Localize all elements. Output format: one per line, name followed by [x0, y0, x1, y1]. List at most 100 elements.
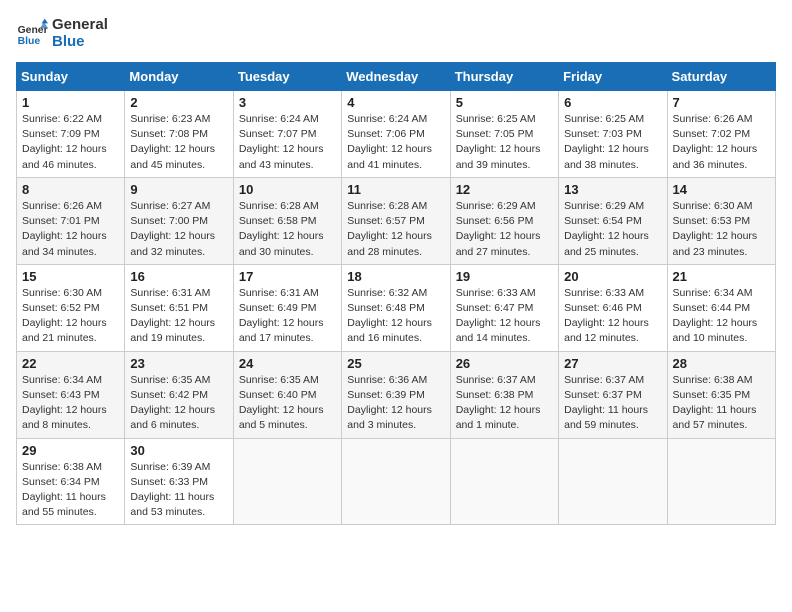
day-detail: Sunrise: 6:28 AMSunset: 6:58 PMDaylight:…	[239, 199, 336, 260]
calendar-day-cell: 24 Sunrise: 6:35 AMSunset: 6:40 PMDayligh…	[233, 351, 341, 438]
day-detail: Sunrise: 6:29 AMSunset: 6:54 PMDaylight:…	[564, 199, 661, 260]
day-number: 18	[347, 269, 444, 284]
calendar-day-cell: 28Sunrise: 6:38 AMSunset: 6:35 PMDayligh…	[667, 351, 775, 438]
day-number: 10	[239, 182, 336, 197]
calendar-day-cell: 22Sunrise: 6:34 AMSunset: 6:43 PMDayligh…	[17, 351, 125, 438]
day-number: 14	[673, 182, 770, 197]
day-detail: Sunrise: 6:24 AMSunset: 7:06 PMDaylight:…	[347, 112, 444, 173]
day-number: 30	[130, 443, 227, 458]
day-number: 29	[22, 443, 119, 458]
day-detail: Sunrise: 6:26 AMSunset: 7:02 PMDaylight:…	[673, 112, 770, 173]
day-number: 19	[456, 269, 553, 284]
day-number: 5	[456, 95, 553, 110]
calendar-day-cell	[233, 438, 341, 525]
day-number: 8	[22, 182, 119, 197]
day-detail: Sunrise: 6:26 AMSunset: 7:01 PMDaylight:…	[22, 199, 119, 260]
calendar-day-cell	[342, 438, 450, 525]
day-number: 3	[239, 95, 336, 110]
day-detail: Sunrise: 6:37 AMSunset: 6:38 PMDaylight:…	[456, 373, 553, 434]
calendar-day-cell: 16 Sunrise: 6:31 AMSunset: 6:51 PMDayligh…	[125, 264, 233, 351]
weekday-header-sunday: Sunday	[17, 63, 125, 91]
calendar-day-cell: 3Sunrise: 6:24 AMSunset: 7:07 PMDaylight…	[233, 91, 341, 178]
calendar-day-cell: 13Sunrise: 6:29 AMSunset: 6:54 PMDayligh…	[559, 177, 667, 264]
day-detail: Sunrise: 6:31 AMSunset: 6:51 PMDaylight:…	[130, 286, 227, 347]
weekday-header-monday: Monday	[125, 63, 233, 91]
calendar-table: SundayMondayTuesdayWednesdayThursdayFrid…	[16, 62, 776, 525]
day-detail: Sunrise: 6:34 AMSunset: 6:43 PMDaylight:…	[22, 373, 119, 434]
calendar-day-cell	[667, 438, 775, 525]
calendar-day-cell	[559, 438, 667, 525]
calendar-day-cell: 5 Sunrise: 6:25 AMSunset: 7:05 PMDaylight…	[450, 91, 558, 178]
calendar-day-cell: 26 Sunrise: 6:37 AMSunset: 6:38 PMDayligh…	[450, 351, 558, 438]
calendar-day-cell: 12Sunrise: 6:29 AMSunset: 6:56 PMDayligh…	[450, 177, 558, 264]
calendar-day-cell: 7 Sunrise: 6:26 AMSunset: 7:02 PMDaylight…	[667, 91, 775, 178]
day-detail: Sunrise: 6:35 AMSunset: 6:42 PMDaylight:…	[130, 373, 227, 434]
calendar-day-cell: 23 Sunrise: 6:35 AMSunset: 6:42 PMDayligh…	[125, 351, 233, 438]
calendar-day-cell: 14 Sunrise: 6:30 AMSunset: 6:53 PMDayligh…	[667, 177, 775, 264]
calendar-day-cell: 11Sunrise: 6:28 AMSunset: 6:57 PMDayligh…	[342, 177, 450, 264]
calendar-day-cell: 4 Sunrise: 6:24 AMSunset: 7:06 PMDaylight…	[342, 91, 450, 178]
weekday-header-row: SundayMondayTuesdayWednesdayThursdayFrid…	[17, 63, 776, 91]
day-detail: Sunrise: 6:37 AMSunset: 6:37 PMDaylight:…	[564, 373, 661, 434]
day-number: 25	[347, 356, 444, 371]
day-detail: Sunrise: 6:36 AMSunset: 6:39 PMDaylight:…	[347, 373, 444, 434]
day-detail: Sunrise: 6:38 AMSunset: 6:35 PMDaylight:…	[673, 373, 770, 434]
day-detail: Sunrise: 6:30 AMSunset: 6:53 PMDaylight:…	[673, 199, 770, 260]
calendar-week-row: 1 Sunrise: 6:22 AMSunset: 7:09 PMDaylight…	[17, 91, 776, 178]
day-detail: Sunrise: 6:33 AMSunset: 6:46 PMDaylight:…	[564, 286, 661, 347]
calendar-week-row: 22Sunrise: 6:34 AMSunset: 6:43 PMDayligh…	[17, 351, 776, 438]
day-detail: Sunrise: 6:25 AMSunset: 7:05 PMDaylight:…	[456, 112, 553, 173]
day-detail: Sunrise: 6:34 AMSunset: 6:44 PMDaylight:…	[673, 286, 770, 347]
day-number: 27	[564, 356, 661, 371]
day-number: 16	[130, 269, 227, 284]
day-number: 9	[130, 182, 227, 197]
day-number: 26	[456, 356, 553, 371]
day-number: 11	[347, 182, 444, 197]
day-detail: Sunrise: 6:35 AMSunset: 6:40 PMDaylight:…	[239, 373, 336, 434]
day-number: 24	[239, 356, 336, 371]
day-detail: Sunrise: 6:27 AMSunset: 7:00 PMDaylight:…	[130, 199, 227, 260]
calendar-day-cell: 6 Sunrise: 6:25 AMSunset: 7:03 PMDaylight…	[559, 91, 667, 178]
calendar-day-cell: 2 Sunrise: 6:23 AMSunset: 7:08 PMDaylight…	[125, 91, 233, 178]
logo: General Blue General Blue	[16, 16, 108, 50]
calendar-day-cell: 27 Sunrise: 6:37 AMSunset: 6:37 PMDayligh…	[559, 351, 667, 438]
day-number: 17	[239, 269, 336, 284]
weekday-header-tuesday: Tuesday	[233, 63, 341, 91]
calendar-day-cell: 17Sunrise: 6:31 AMSunset: 6:49 PMDayligh…	[233, 264, 341, 351]
day-detail: Sunrise: 6:22 AMSunset: 7:09 PMDaylight:…	[22, 112, 119, 173]
day-number: 12	[456, 182, 553, 197]
day-number: 7	[673, 95, 770, 110]
calendar-day-cell: 19 Sunrise: 6:33 AMSunset: 6:47 PMDayligh…	[450, 264, 558, 351]
day-detail: Sunrise: 6:33 AMSunset: 6:47 PMDaylight:…	[456, 286, 553, 347]
calendar-day-cell: 8 Sunrise: 6:26 AMSunset: 7:01 PMDaylight…	[17, 177, 125, 264]
day-detail: Sunrise: 6:39 AMSunset: 6:33 PMDaylight:…	[130, 460, 227, 521]
calendar-day-cell	[450, 438, 558, 525]
calendar-day-cell: 29Sunrise: 6:38 AMSunset: 6:34 PMDayligh…	[17, 438, 125, 525]
day-number: 21	[673, 269, 770, 284]
day-number: 1	[22, 95, 119, 110]
logo-icon: General Blue	[16, 17, 48, 49]
calendar-day-cell: 15 Sunrise: 6:30 AMSunset: 6:52 PMDayligh…	[17, 264, 125, 351]
svg-text:Blue: Blue	[18, 36, 41, 47]
calendar-day-cell: 18Sunrise: 6:32 AMSunset: 6:48 PMDayligh…	[342, 264, 450, 351]
calendar-week-row: 29Sunrise: 6:38 AMSunset: 6:34 PMDayligh…	[17, 438, 776, 525]
day-number: 20	[564, 269, 661, 284]
logo-blue: Blue	[52, 33, 108, 50]
calendar-day-cell: 30 Sunrise: 6:39 AMSunset: 6:33 PMDayligh…	[125, 438, 233, 525]
day-detail: Sunrise: 6:23 AMSunset: 7:08 PMDaylight:…	[130, 112, 227, 173]
day-detail: Sunrise: 6:30 AMSunset: 6:52 PMDaylight:…	[22, 286, 119, 347]
calendar-day-cell: 20 Sunrise: 6:33 AMSunset: 6:46 PMDayligh…	[559, 264, 667, 351]
calendar-day-cell: 1 Sunrise: 6:22 AMSunset: 7:09 PMDaylight…	[17, 91, 125, 178]
page-header: General Blue General Blue	[16, 16, 776, 50]
day-number: 6	[564, 95, 661, 110]
weekday-header-friday: Friday	[559, 63, 667, 91]
day-number: 23	[130, 356, 227, 371]
calendar-day-cell: 21 Sunrise: 6:34 AMSunset: 6:44 PMDayligh…	[667, 264, 775, 351]
calendar-day-cell: 25 Sunrise: 6:36 AMSunset: 6:39 PMDayligh…	[342, 351, 450, 438]
day-number: 2	[130, 95, 227, 110]
day-detail: Sunrise: 6:25 AMSunset: 7:03 PMDaylight:…	[564, 112, 661, 173]
day-number: 15	[22, 269, 119, 284]
day-number: 4	[347, 95, 444, 110]
weekday-header-thursday: Thursday	[450, 63, 558, 91]
calendar-week-row: 8 Sunrise: 6:26 AMSunset: 7:01 PMDaylight…	[17, 177, 776, 264]
